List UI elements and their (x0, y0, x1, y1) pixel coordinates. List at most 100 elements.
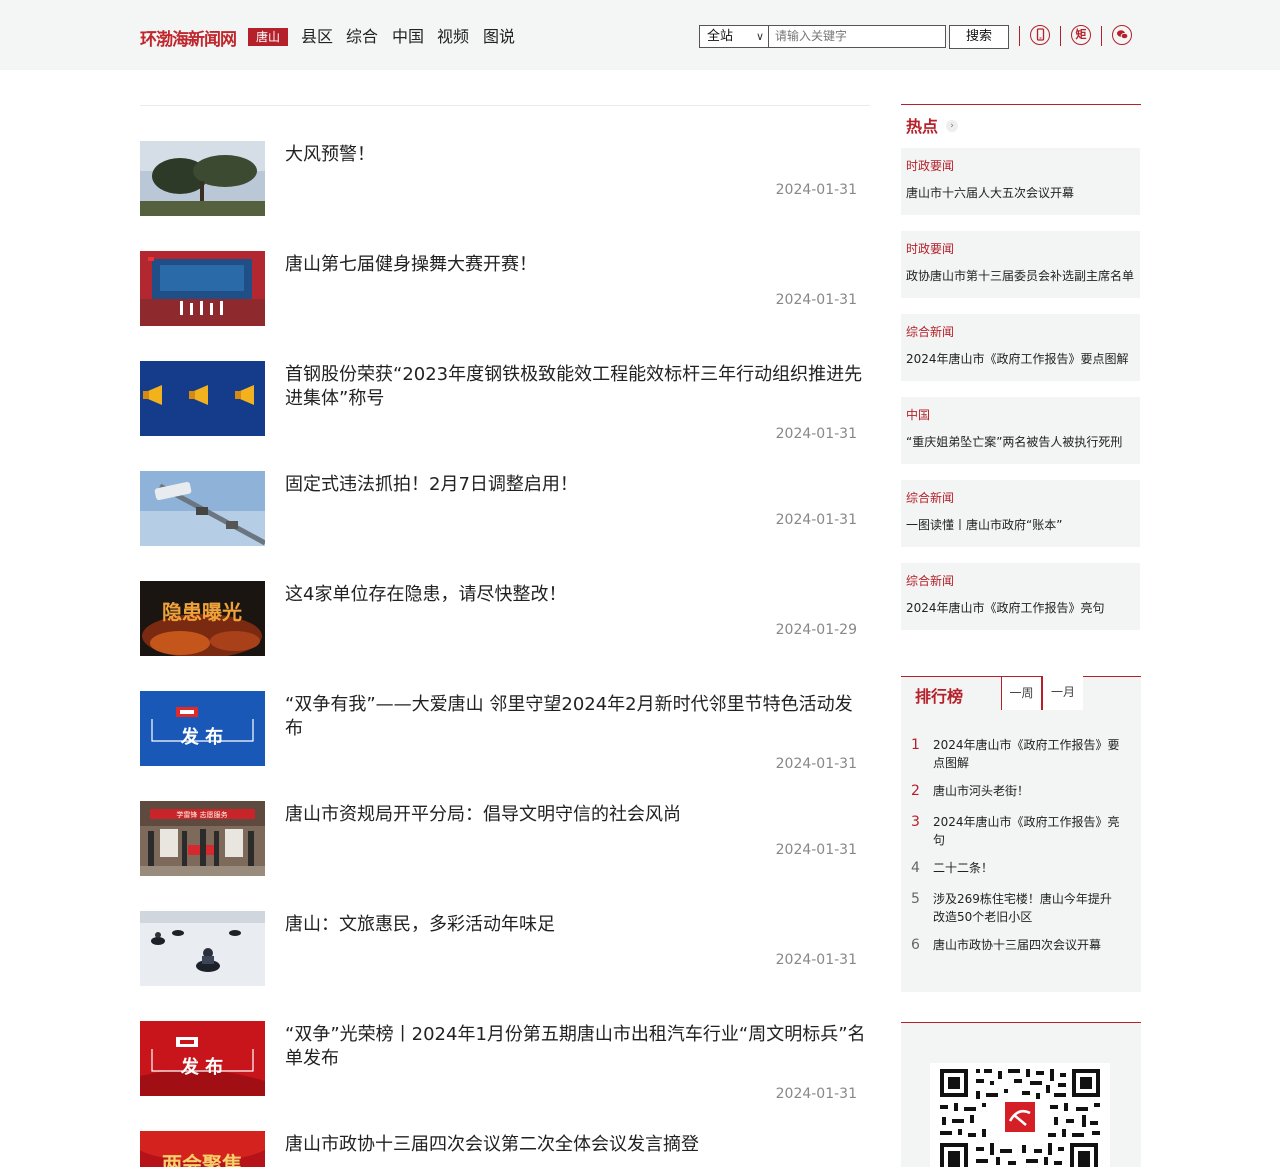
hot-category[interactable]: 综合新闻 (906, 489, 954, 506)
tab-month[interactable]: 一月 (1042, 676, 1083, 710)
publish-thumb-text: 发 布 (180, 726, 223, 748)
article-thumbnail[interactable] (140, 251, 265, 326)
hot-card[interactable]: 综合新闻 2024年唐山市《政府工作报告》要点图解 (901, 314, 1140, 381)
rank-number: 3 (911, 814, 920, 830)
publish-thumb-text: 发 布 (180, 1056, 223, 1078)
hot-category[interactable]: 综合新闻 (906, 572, 954, 589)
rank-number: 2 (911, 783, 920, 799)
nav-link-counties[interactable]: 县区 (301, 26, 333, 48)
hot-category[interactable]: 时政要闻 (906, 157, 954, 174)
hot-category[interactable]: 综合新闻 (906, 323, 954, 340)
rank-item[interactable]: 涉及269栋住宅楼！唐山今年提升改造50个老旧小区 (933, 890, 1123, 926)
hot-more-arrow-icon[interactable]: › (946, 120, 958, 132)
rank-number: 5 (911, 891, 920, 907)
hot-headline[interactable]: 2024年唐山市《政府工作报告》要点图解 (906, 350, 1129, 367)
site-logo[interactable]: 环渤海新闻网 (140, 25, 237, 50)
hot-card[interactable]: 综合新闻 2024年唐山市《政府工作报告》亮句 (901, 563, 1140, 630)
hot-section-title: 热点 (906, 117, 939, 136)
search-button[interactable]: 搜索 (949, 25, 1009, 49)
mobile-icon[interactable] (1030, 25, 1050, 45)
hot-category[interactable]: 时政要闻 (906, 240, 954, 257)
hot-category[interactable]: 中国 (906, 406, 930, 423)
article-date: 2024-01-31 (775, 292, 857, 308)
site-header: 环渤海新闻网 唐山 县区 综合 中国 视频 图说 全站 ∨ 请输入关键字 搜索 … (0, 0, 1280, 70)
article-thumbnail[interactable] (140, 911, 265, 986)
hot-top-border (901, 104, 1141, 105)
article-thumbnail[interactable] (140, 141, 265, 216)
chevron-down-icon: ∨ (755, 30, 764, 43)
ju-icon[interactable]: 矩 (1071, 25, 1091, 45)
header-separator (1101, 26, 1102, 46)
article-date: 2024-01-31 (775, 1086, 857, 1102)
hazard-thumb-text: 隐患曝光 (162, 600, 242, 624)
article-title[interactable]: 大风预警！ (285, 143, 870, 167)
nav-link-china[interactable]: 中国 (392, 26, 424, 48)
header-separator (1060, 26, 1061, 46)
article-thumbnail[interactable]: 两会聚焦 (140, 1131, 265, 1167)
article-item[interactable]: 固定式违法抓拍！2月7日调整启用！ 2024-01-31 (140, 471, 870, 581)
sessions-thumb-text: 两会聚焦 (162, 1152, 242, 1167)
tab-week[interactable]: 一周 (1001, 676, 1042, 710)
rank-item[interactable]: 二十二条！ (933, 859, 1123, 877)
article-item[interactable]: 大风预警！ 2024-01-31 (140, 141, 870, 251)
article-title[interactable]: “双争有我”——大爱唐山 邻里守望2024年2月新时代邻里节特色活动发布 (285, 693, 870, 741)
hot-headline[interactable]: 一图读懂丨唐山市政府“账本” (906, 516, 1062, 533)
banner-thumb-text: 学雷锋 志愿服务 (176, 810, 227, 819)
hot-headline[interactable]: 唐山市十六届人大五次会议开幕 (906, 184, 1074, 201)
article-title[interactable]: 唐山市政协十三届四次会议第二次全体会议发言摘登 (285, 1133, 870, 1157)
hot-card[interactable]: 综合新闻 一图读懂丨唐山市政府“账本” (901, 480, 1140, 547)
hot-headline[interactable]: 2024年唐山市《政府工作报告》亮句 (906, 599, 1105, 616)
article-title[interactable]: 首钢股份荣获“2023年度钢铁极致能效工程能效标杆三年行动组织推进先进集体”称号 (285, 363, 870, 411)
rank-number: 6 (911, 937, 920, 953)
hot-headline[interactable]: 政协唐山市第十三届委员会补选副主席名单 (906, 267, 1134, 284)
article-title[interactable]: 唐山第七届健身操舞大赛开赛！ (285, 253, 870, 277)
article-item[interactable]: 唐山：文旅惠民，多彩活动年味足 2024-01-31 (140, 911, 870, 1021)
rank-item[interactable]: 2024年唐山市《政府工作报告》要点图解 (933, 736, 1123, 772)
hot-card[interactable]: 中国 “重庆姐弟坠亡案”两名被告人被执行死刑 (901, 397, 1140, 464)
article-item[interactable]: 发 布 “双争有我”——大爱唐山 邻里守望2024年2月新时代邻里节特色活动发布… (140, 691, 870, 801)
rank-number: 4 (911, 860, 920, 876)
article-title[interactable]: 唐山：文旅惠民，多彩活动年味足 (285, 913, 870, 937)
article-thumbnail[interactable]: 发 布 (140, 691, 265, 766)
article-item[interactable]: 首钢股份荣获“2023年度钢铁极致能效工程能效标杆三年行动组织推进先进集体”称号… (140, 361, 870, 471)
list-top-divider (140, 105, 870, 106)
article-date: 2024-01-31 (775, 182, 857, 198)
article-date: 2024-01-31 (775, 512, 857, 528)
header-separator (1019, 26, 1020, 46)
article-thumbnail[interactable]: 发 布 (140, 1021, 265, 1096)
article-date: 2024-01-31 (775, 426, 857, 442)
article-item[interactable]: 发 布 “双争”光荣榜丨2024年1月份第五期唐山市出租汽车行业“周文明标兵”名… (140, 1021, 870, 1131)
rank-item[interactable]: 2024年唐山市《政府工作报告》亮句 (933, 813, 1123, 849)
rank-item[interactable]: 唐山市政协十三届四次会议开幕 (933, 936, 1123, 954)
article-thumbnail[interactable]: 学雷锋 志愿服务 (140, 801, 265, 876)
search-scope-value: 全站 (707, 29, 734, 44)
article-thumbnail[interactable]: 隐患曝光 (140, 581, 265, 656)
article-title[interactable]: 这4家单位存在隐患，请尽快整改！ (285, 583, 870, 607)
nav-link-video[interactable]: 视频 (437, 26, 469, 48)
article-item[interactable]: 唐山第七届健身操舞大赛开赛！ 2024-01-31 (140, 251, 870, 361)
rank-number: 1 (911, 737, 920, 753)
article-thumbnail[interactable] (140, 471, 265, 546)
article-thumbnail[interactable] (140, 361, 265, 436)
article-item[interactable]: 隐患曝光 这4家单位存在隐患，请尽快整改！ 2024-01-29 (140, 581, 870, 691)
article-date: 2024-01-31 (775, 842, 857, 858)
article-date: 2024-01-31 (775, 756, 857, 772)
rank-item[interactable]: 唐山市河头老街！ (933, 782, 1123, 800)
article-title[interactable]: 固定式违法抓拍！2月7日调整启用！ (285, 473, 870, 497)
search-input[interactable]: 请输入关键字 (769, 25, 946, 48)
article-item[interactable]: 学雷锋 志愿服务 唐山市资规局开平分局：倡导文明守信的社会风尚 2024-01-… (140, 801, 870, 911)
nav-link-pictures[interactable]: 图说 (483, 26, 515, 48)
wechat-icon[interactable] (1112, 25, 1132, 45)
article-date: 2024-01-29 (775, 622, 857, 638)
article-item[interactable]: 两会聚焦 唐山市政协十三届四次会议第二次全体会议发言摘登 (140, 1131, 870, 1167)
hot-card[interactable]: 时政要闻 唐山市十六届人大五次会议开幕 (901, 148, 1140, 215)
nav-link-general[interactable]: 综合 (346, 26, 378, 48)
hot-headline[interactable]: “重庆姐弟坠亡案”两名被告人被执行死刑 (906, 433, 1122, 450)
article-title[interactable]: 唐山市资规局开平分局：倡导文明守信的社会风尚 (285, 803, 870, 827)
article-date: 2024-01-31 (775, 952, 857, 968)
hot-card[interactable]: 时政要闻 政协唐山市第十三届委员会补选副主席名单 (901, 231, 1140, 298)
search-scope-select[interactable]: 全站 ∨ (699, 25, 769, 48)
nav-current-channel[interactable]: 唐山 (248, 28, 288, 46)
article-title[interactable]: “双争”光荣榜丨2024年1月份第五期唐山市出租汽车行业“周文明标兵”名单发布 (285, 1023, 870, 1071)
ranking-title: 排行榜 (915, 687, 964, 706)
